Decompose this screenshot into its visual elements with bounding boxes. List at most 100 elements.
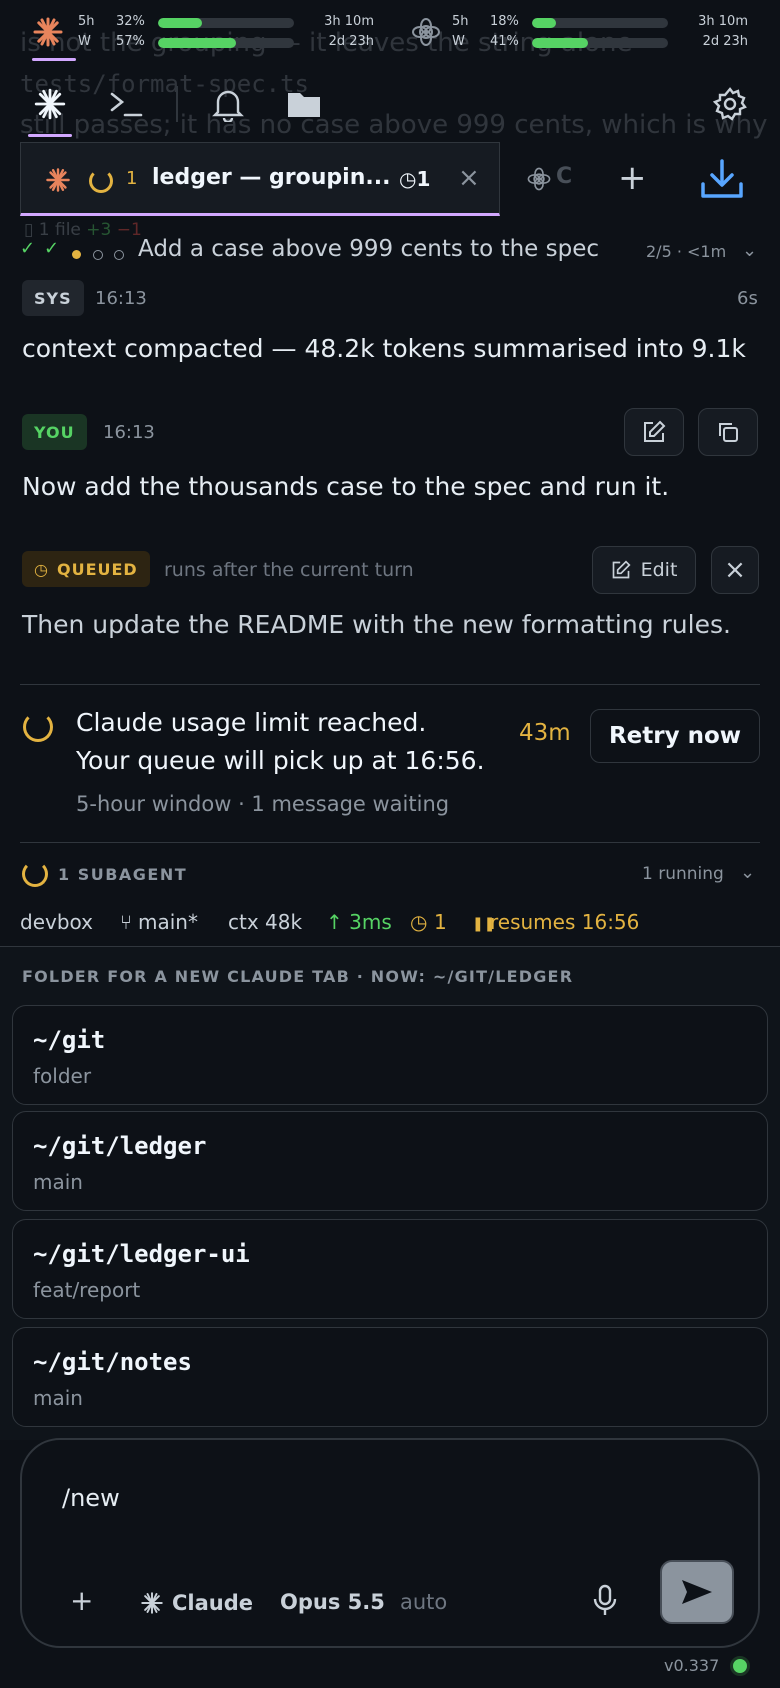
usage-row-week: W 57% 2d 23h: [78, 32, 374, 52]
subagent-label: 1 SUBAGENT: [58, 865, 188, 884]
bell-icon[interactable]: [208, 84, 248, 124]
sys-duration: 6s: [737, 288, 758, 309]
retry-now-button[interactable]: Retry now: [590, 709, 760, 763]
status-bar: devbox ⑂ main* ctx 48k ↑ 3ms ◷ 1 ❚❚ resu…: [20, 910, 760, 940]
usage-bar: [158, 18, 294, 28]
usage-row-5h: 5h 18% 3h 10m: [452, 12, 748, 32]
folder-sub: folder: [33, 1064, 92, 1088]
toolbar-active-indicator: [28, 134, 72, 137]
send-button[interactable]: [660, 1560, 734, 1624]
openai-knot-icon: [526, 166, 552, 196]
mic-icon[interactable]: [592, 1584, 618, 1622]
divider: [20, 842, 760, 843]
folder-sub: feat/report: [33, 1278, 141, 1302]
usage-claude: 5h 32% 3h 10m W 57% 2d 23h: [0, 12, 380, 52]
queued-hint: runs after the current turn: [164, 559, 414, 581]
claude-burst-icon: [45, 167, 71, 193]
agent-selector[interactable]: Claude: [140, 1588, 253, 1618]
status-ctx: ctx 48k: [228, 910, 303, 934]
branch-icon: ⑂: [120, 910, 132, 934]
usage-active-indicator: [32, 58, 76, 61]
spinner-icon: [23, 712, 53, 742]
tab-title: C: [556, 164, 573, 189]
check-icon: ✓: [44, 238, 60, 259]
folder-picker: FOLDER FOR A NEW CLAUDE TAB · NOW: ~/GIT…: [0, 946, 780, 1440]
progress-dot: [114, 250, 124, 260]
folder-item[interactable]: ~/git folder: [12, 1005, 768, 1105]
folder-path: ~/git: [33, 1026, 106, 1054]
connection-status-dot: [730, 1656, 750, 1676]
edit-label: Edit: [640, 559, 678, 581]
usage-label: 5h: [452, 14, 469, 29]
edit-queued-button[interactable]: Edit: [592, 546, 696, 594]
task-progress: 2/5 · <1m: [646, 242, 727, 261]
version-label: v0.337: [664, 1656, 720, 1675]
queued-badge: ◷ QUEUED: [22, 551, 150, 587]
spinner-icon: [89, 169, 113, 193]
copy-icon: [719, 423, 738, 442]
composer-input[interactable]: /new: [62, 1484, 120, 1512]
usage-row-5h: 5h 32% 3h 10m: [78, 12, 374, 32]
folder-item[interactable]: ~/git/ledger-ui feat/report: [12, 1219, 768, 1319]
close-icon: ×: [724, 555, 746, 585]
usage-time: 2d 23h: [328, 34, 374, 49]
tab-queue-count: 1: [416, 167, 431, 191]
plus-icon[interactable]: +: [618, 158, 647, 198]
you-badge-label: YOU: [34, 422, 75, 442]
send-icon: [682, 1580, 712, 1604]
picker-heading: FOLDER FOR A NEW CLAUDE TAB · NOW: ~/GIT…: [22, 967, 574, 986]
limit-line-2: Your queue will pick up at 16:56.: [76, 746, 485, 775]
tab-strip: 1 ledger — groupin... ◷1 × C +: [20, 142, 780, 216]
usage-bar: [158, 38, 294, 48]
terminal-icon[interactable]: [106, 84, 146, 124]
task-row[interactable]: ✓ ✓ Add a case above 999 cents to the sp…: [20, 236, 760, 266]
openai-knot-icon: [410, 16, 442, 48]
usage-pct: 18%: [490, 14, 519, 29]
folder-sub: main: [33, 1170, 83, 1194]
agent-label: Claude: [172, 1591, 254, 1615]
cancel-queued-button[interactable]: ×: [711, 546, 759, 594]
usage-fill: [158, 18, 202, 28]
divider: [20, 684, 760, 685]
plus-icon[interactable]: +: [70, 1584, 93, 1617]
check-icon: ✓: [20, 238, 36, 259]
folder-item[interactable]: ~/git/ledger main: [12, 1111, 768, 1211]
copy-message-button[interactable]: [698, 408, 758, 456]
usage-time: 2d 23h: [702, 34, 748, 49]
gear-icon[interactable]: [710, 84, 750, 124]
clock-icon: ◷: [410, 910, 428, 934]
folder-sub: main: [33, 1386, 83, 1410]
usage-pct: 32%: [116, 14, 145, 29]
close-icon[interactable]: ×: [458, 163, 480, 193]
limit-line-1: Claude usage limit reached.: [76, 708, 427, 737]
progress-dot-active: [72, 250, 81, 259]
usage-bar: [532, 38, 668, 48]
edit-message-button[interactable]: [624, 408, 684, 456]
mode-selector[interactable]: auto: [400, 1590, 447, 1614]
sys-text: context compacted — 48.2k tokens summari…: [22, 334, 746, 363]
usage-fill: [158, 38, 236, 48]
folder-path: ~/git/ledger: [33, 1132, 207, 1160]
folder-item[interactable]: ~/git/notes main: [12, 1327, 768, 1427]
usage-label: W: [78, 34, 91, 49]
model-selector[interactable]: Opus 5.5: [280, 1590, 385, 1614]
clock-icon: ◷: [399, 167, 417, 191]
usage-label: 5h: [78, 14, 95, 29]
claude-burst-icon: [32, 16, 64, 48]
tab-openai[interactable]: C: [504, 142, 574, 216]
usage-pct: 41%: [490, 34, 519, 49]
tab-title: ledger — groupin...: [152, 165, 391, 190]
retry-label: Retry now: [608, 723, 742, 749]
you-time: 16:13: [103, 422, 155, 443]
tab-ledger[interactable]: 1 ledger — groupin... ◷1 ×: [20, 142, 500, 216]
folder-path: ~/git/notes: [33, 1348, 192, 1376]
subagent-row[interactable]: 1 SUBAGENT 1 running ⌄: [20, 860, 760, 890]
folder-icon[interactable]: [284, 84, 324, 124]
progress-dot: [93, 250, 103, 260]
composer: /new + Claude Opus 5.5 auto: [20, 1438, 760, 1648]
usage-fill: [532, 18, 557, 28]
status-branch: main*: [138, 910, 198, 934]
claude-mode-icon[interactable]: [30, 84, 70, 124]
subagent-status: 1 running: [642, 864, 724, 884]
download-icon[interactable]: [700, 158, 744, 204]
